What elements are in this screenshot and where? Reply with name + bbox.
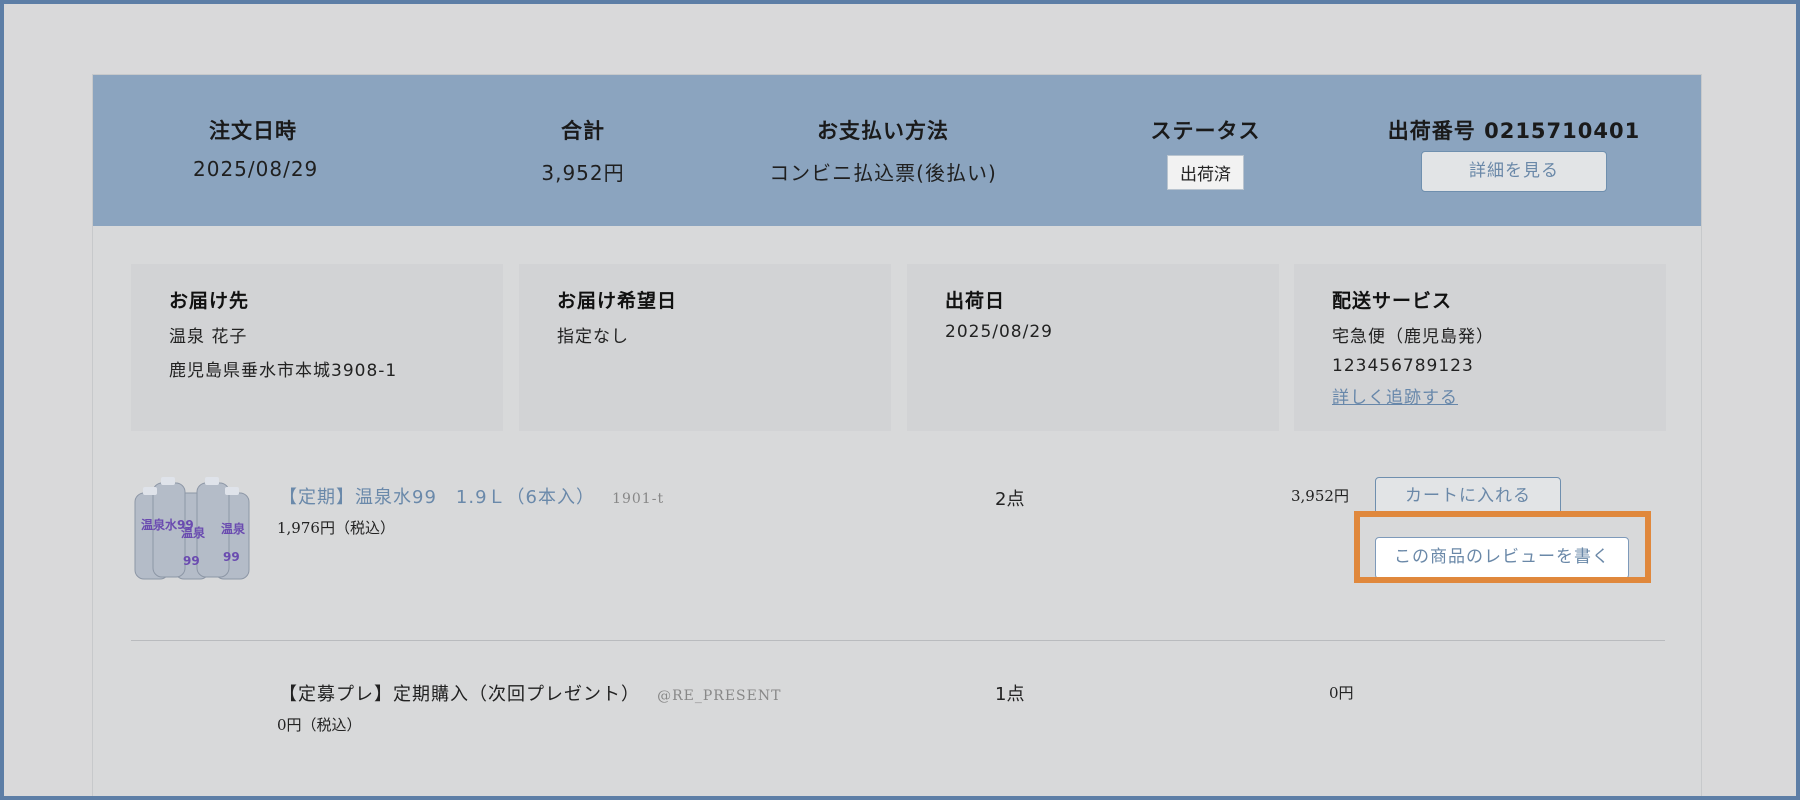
delivery-address-box: お届け先 温泉 花子 鹿児島県垂水市本城3908-1 xyxy=(131,264,503,431)
status-block: ステータス 出荷済 xyxy=(1133,115,1278,190)
product-quantity: 2点 xyxy=(995,489,1025,510)
product-unit-price: 1,976円（税込） xyxy=(277,519,395,537)
order-date-block: 注文日時 2025/08/29 xyxy=(193,115,319,181)
order-card: 注文日時 2025/08/29 合計 3,952円 お支払い方法 コンビニ払込票… xyxy=(92,74,1702,800)
recipient-address: 鹿児島県垂水市本城3908-1 xyxy=(169,361,398,381)
status-label: ステータス xyxy=(1150,119,1261,143)
product-name-link[interactable]: 【定期】温泉水99 1.9Ｌ（6本入） xyxy=(279,487,595,508)
shipping-service-name: 宅急便（鹿児島発） xyxy=(1332,327,1494,347)
product-quantity: 1点 xyxy=(995,684,1025,705)
payment-method-block: お支払い方法 コンビニ払込票(後払い) xyxy=(753,115,1013,186)
payment-method-label: お支払い方法 xyxy=(817,119,949,143)
item-divider xyxy=(131,640,1665,641)
payment-method-value: コンビニ払込票(後払い) xyxy=(769,161,997,185)
delivery-date-value: 指定なし xyxy=(557,327,629,347)
ship-date-value: 2025/08/29 xyxy=(945,322,1053,342)
recipient-name: 温泉 花子 xyxy=(169,327,248,347)
shipment-block: 出荷番号 0215710401 詳細を見る xyxy=(1383,115,1645,192)
shipment-number-label: 出荷番号 0215710401 xyxy=(1387,119,1641,143)
view-details-button[interactable]: 詳細を見る xyxy=(1421,151,1607,192)
order-total-block: 合計 3,952円 xyxy=(523,115,643,186)
order-total-label: 合計 xyxy=(561,119,605,143)
svg-text:99: 99 xyxy=(183,554,200,568)
order-header: 注文日時 2025/08/29 合計 3,952円 お支払い方法 コンビニ払込票… xyxy=(93,75,1701,226)
delivery-address-title: お届け先 xyxy=(169,290,250,312)
review-button-highlight xyxy=(1354,511,1651,583)
shipping-service-title: 配送サービス xyxy=(1332,290,1453,312)
ship-date-title: 出荷日 xyxy=(945,290,1006,312)
shipping-service-box: 配送サービス 宅急便（鹿児島発） 123456789123 詳しく追跡する xyxy=(1294,264,1666,431)
order-item-row: 【定募プレ】定期購入（次回プレゼント） @RE_PRESENT 0円（税込） 1… xyxy=(131,680,1665,760)
product-sku: 1901-t xyxy=(612,491,665,507)
order-total-value: 3,952円 xyxy=(541,161,625,185)
product-subtotal: 0円 xyxy=(1329,684,1354,702)
product-subtotal: 3,952円 xyxy=(1291,487,1349,505)
tracking-number: 123456789123 xyxy=(1332,356,1474,376)
product-image[interactable]: 温泉水99 温泉 温泉 99 99 xyxy=(131,477,257,589)
product-name: 【定募プレ】定期購入（次回プレゼント） xyxy=(279,684,640,705)
product-title-line: 【定募プレ】定期購入（次回プレゼント） @RE_PRESENT xyxy=(279,680,781,706)
svg-text:温泉: 温泉 xyxy=(181,525,206,540)
track-details-link[interactable]: 詳しく追跡する xyxy=(1332,383,1458,408)
order-date-label: 注文日時 xyxy=(209,119,297,143)
svg-text:温泉: 温泉 xyxy=(221,521,246,536)
product-title-line: 【定期】温泉水99 1.9Ｌ（6本入） 1901-t xyxy=(279,483,664,509)
status-badge: 出荷済 xyxy=(1167,155,1244,190)
order-date-value: 2025/08/29 xyxy=(193,157,319,181)
delivery-date-title: お届け希望日 xyxy=(557,290,678,312)
product-sku: @RE_PRESENT xyxy=(657,688,782,704)
svg-text:99: 99 xyxy=(223,550,240,564)
ship-date-box: 出荷日 2025/08/29 xyxy=(907,264,1279,431)
delivery-date-box: お届け希望日 指定なし xyxy=(519,264,891,431)
product-unit-price: 0円（税込） xyxy=(277,716,362,734)
